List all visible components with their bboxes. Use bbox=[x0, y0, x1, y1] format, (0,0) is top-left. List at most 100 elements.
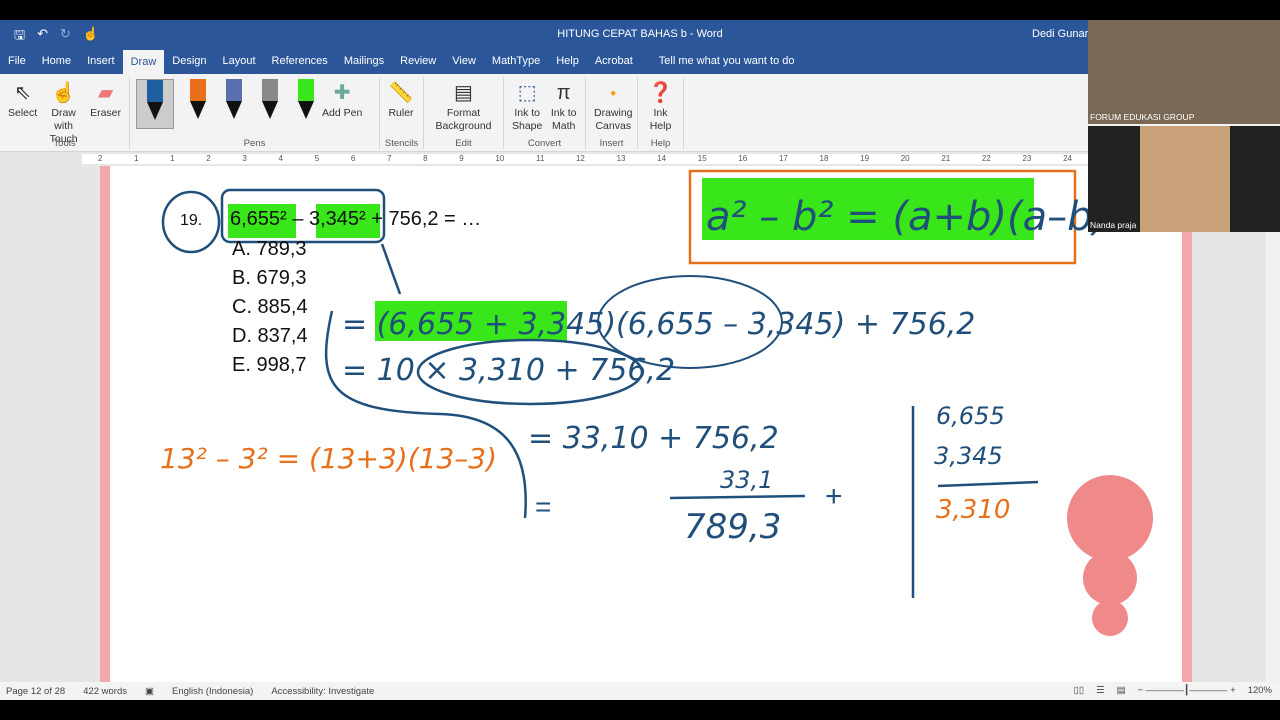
print-layout-icon[interactable]: ☰ bbox=[1096, 685, 1105, 696]
ink-equals: = bbox=[535, 491, 551, 522]
participant-name: FORUM EDUKASI GROUP bbox=[1090, 112, 1195, 122]
tab-insert[interactable]: Insert bbox=[79, 48, 123, 74]
ruler-tick: 21 bbox=[941, 154, 951, 163]
video-tile: FORUM EDUKASI GROUP bbox=[1088, 20, 1280, 124]
question-text: 6,655² – 3,345² + 756,2 = … bbox=[230, 208, 482, 230]
pink-dot bbox=[1092, 600, 1128, 636]
question-number: 19. bbox=[180, 212, 203, 229]
background-icon: ▤ bbox=[454, 81, 473, 104]
ruler-tick: 24 bbox=[1063, 154, 1073, 163]
page-count[interactable]: Page 12 of 28 bbox=[6, 686, 65, 697]
web-layout-icon[interactable]: ▤ bbox=[1117, 685, 1126, 696]
ink-result: 789,3 bbox=[684, 507, 781, 547]
group-label: Tools bbox=[53, 138, 76, 149]
pen-3-icon[interactable] bbox=[222, 79, 246, 129]
word-count[interactable]: 422 words bbox=[83, 686, 127, 697]
document-area: a² – b² = (a+b)(a–b) = (6,655 + 3,345)(6… bbox=[0, 166, 1280, 682]
group-label: Edit bbox=[455, 138, 472, 149]
insert-group: ● Drawing Canvas Insert bbox=[586, 77, 638, 149]
stencils-group: 📏 Ruler Stencils bbox=[380, 77, 424, 149]
ink-addend: 33,1 bbox=[720, 466, 773, 494]
answer-option: D. 837,4 bbox=[232, 325, 308, 347]
help-icon: ❓ bbox=[648, 81, 673, 104]
ink-line bbox=[937, 480, 1039, 488]
pen-4-icon[interactable] bbox=[258, 79, 282, 129]
ruler-tick: 2 bbox=[206, 154, 211, 163]
ruler-tick: 20 bbox=[900, 154, 910, 163]
label: Select bbox=[8, 107, 38, 119]
tab-mathtype[interactable]: MathType bbox=[484, 48, 548, 74]
ruler-tick: 13 bbox=[616, 154, 626, 163]
ink-step-1: = (6,655 + 3,345)(6,655 – 3,345) + 756,2 bbox=[342, 307, 975, 342]
accessibility-status[interactable]: Accessibility: Investigate bbox=[271, 686, 374, 697]
ruler-tick: 4 bbox=[278, 154, 283, 163]
ruler-tick: 1 bbox=[170, 154, 175, 163]
ruler-tick: 2 bbox=[97, 154, 103, 163]
canvas-icon: ● bbox=[610, 87, 617, 99]
shape-icon: ⬚ bbox=[517, 81, 537, 104]
tab-design[interactable]: Design bbox=[164, 48, 214, 74]
tab-references[interactable]: References bbox=[264, 48, 336, 74]
ruler-icon: 📏 bbox=[388, 81, 414, 104]
label: Ink to Math bbox=[550, 107, 577, 132]
tab-view[interactable]: View bbox=[444, 48, 484, 74]
ruler-tick: 16 bbox=[738, 154, 748, 163]
group-label: Stencils bbox=[384, 138, 419, 149]
tell-me-search[interactable]: Tell me what you want to do bbox=[651, 48, 803, 74]
group-label: Insert bbox=[599, 138, 624, 149]
convert-group: ⬚ Ink to Shape π Ink to Math Convert bbox=[504, 77, 586, 149]
edit-group: ▤ Format Background Edit bbox=[424, 77, 504, 149]
pen-1-icon[interactable] bbox=[136, 79, 174, 129]
ruler-tick: 12 bbox=[575, 154, 585, 163]
video-tile: Nanda praja bbox=[1088, 126, 1280, 232]
pointer-icon: ⇖ bbox=[14, 81, 31, 104]
tab-file[interactable]: File bbox=[0, 48, 34, 74]
tab-acrobat[interactable]: Acrobat bbox=[587, 48, 641, 74]
hand-icon: ☝ bbox=[51, 81, 77, 104]
ink-example: 13² – 3² = (13+3)(13–3) bbox=[160, 442, 497, 475]
tab-home[interactable]: Home bbox=[34, 48, 79, 74]
ruler-tick: 11 bbox=[535, 154, 545, 163]
tab-help[interactable]: Help bbox=[548, 48, 587, 74]
ink-subtrahend: 3,345 bbox=[934, 442, 1003, 470]
status-bar: Page 12 of 28 422 words ▣ English (Indon… bbox=[0, 682, 1280, 700]
ink-line bbox=[669, 494, 806, 500]
ink-step-3: = 33,10 + 756,2 bbox=[528, 421, 779, 456]
ruler-tick: 8 bbox=[423, 154, 428, 163]
group-label: Pens bbox=[243, 138, 266, 149]
ink-arrow bbox=[380, 243, 402, 295]
participant-name: Nanda praja bbox=[1090, 220, 1137, 230]
label: Eraser bbox=[90, 107, 121, 119]
ruler-tick: 3 bbox=[242, 154, 247, 163]
ink-minuend: 6,655 bbox=[936, 402, 1005, 430]
pen-5-icon[interactable] bbox=[294, 79, 318, 129]
ruler-tick: 10 bbox=[495, 154, 505, 163]
ink-difference: 3,310 bbox=[936, 495, 1010, 525]
ruler-tick: 23 bbox=[1022, 154, 1032, 163]
tab-draw[interactable]: Draw bbox=[122, 50, 165, 74]
label: Ink Help bbox=[649, 107, 672, 132]
ruler-tick: 1 bbox=[133, 154, 139, 163]
language[interactable]: English (Indonesia) bbox=[172, 686, 253, 697]
vertical-scrollbar[interactable] bbox=[1266, 166, 1280, 682]
pens-group: ✚ Add Pen Pens bbox=[130, 77, 380, 149]
read-mode-icon[interactable]: ▯▯ bbox=[1074, 685, 1084, 696]
zoom-level[interactable]: 120% bbox=[1248, 685, 1272, 696]
document-page[interactable]: a² – b² = (a+b)(a–b) = (6,655 + 3,345)(6… bbox=[100, 166, 1192, 682]
ruler-tick: 9 bbox=[459, 154, 464, 163]
tab-layout[interactable]: Layout bbox=[215, 48, 264, 74]
tab-mailings[interactable]: Mailings bbox=[336, 48, 392, 74]
pen-2-icon[interactable] bbox=[186, 79, 210, 129]
answer-option: C. 885,4 bbox=[232, 296, 308, 318]
label: Ruler bbox=[388, 107, 414, 119]
ruler-tick: 19 bbox=[860, 154, 870, 163]
tab-review[interactable]: Review bbox=[392, 48, 444, 74]
pink-dot bbox=[1083, 551, 1137, 605]
proofing-icon[interactable]: ▣ bbox=[145, 686, 154, 697]
label: Ink to Shape bbox=[512, 107, 543, 132]
zoom-slider[interactable]: − ————┃———— + bbox=[1138, 685, 1236, 696]
pi-icon: π bbox=[556, 81, 571, 104]
ruler-tick: 15 bbox=[697, 154, 707, 163]
tools-group: ⇖ Select ☝ Draw with Touch ▰ Eraser Tools bbox=[0, 77, 130, 149]
ink-plus: + bbox=[825, 480, 843, 513]
